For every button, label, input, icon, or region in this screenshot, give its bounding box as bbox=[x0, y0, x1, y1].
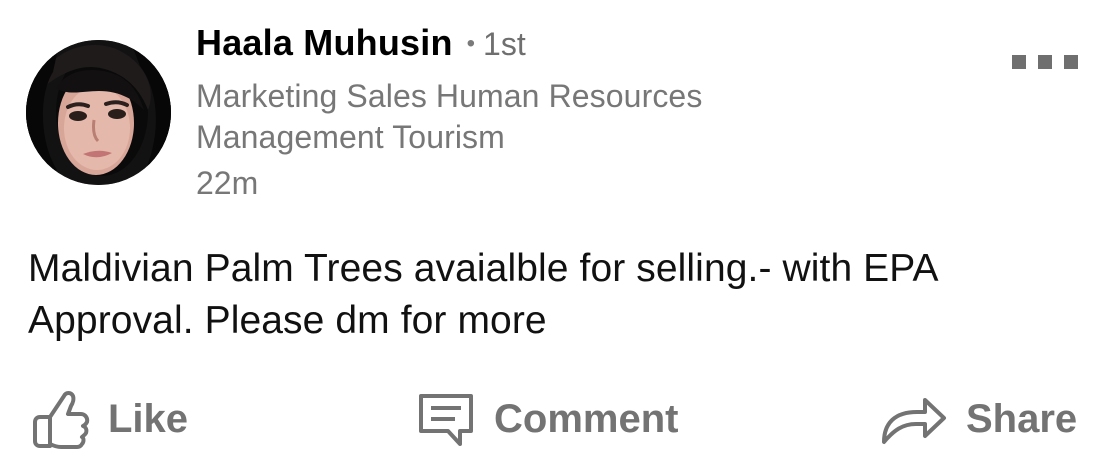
post-action-bar: Like Comment Share bbox=[0, 380, 1116, 467]
like-label: Like bbox=[108, 396, 189, 441]
author-name-row: Haala Muhusin • 1st bbox=[196, 22, 526, 68]
more-horizontal-icon-dot bbox=[1064, 55, 1078, 69]
comment-button[interactable]: Comment bbox=[416, 380, 678, 458]
thumbs-up-icon bbox=[33, 391, 90, 449]
author-headline: Marketing Sales Human Resources Manageme… bbox=[196, 78, 703, 155]
post-body-text: Maldivian Palm Trees avaialble for selli… bbox=[28, 247, 937, 342]
more-horizontal-icon-dot bbox=[1012, 55, 1026, 69]
author-name[interactable]: Haala Muhusin bbox=[196, 22, 453, 64]
post-timestamp: 22m bbox=[196, 165, 259, 201]
more-options-button[interactable] bbox=[1012, 54, 1078, 70]
author-avatar[interactable] bbox=[26, 40, 171, 185]
share-button[interactable]: Share bbox=[878, 380, 1077, 458]
more-horizontal-icon-dot bbox=[1038, 55, 1052, 69]
connection-separator: • bbox=[466, 30, 476, 57]
like-button[interactable]: Like bbox=[30, 380, 188, 458]
avatar-image bbox=[26, 40, 171, 185]
connection-degree-badge: 1st bbox=[483, 26, 526, 62]
share-label: Share bbox=[966, 396, 1078, 441]
comment-label: Comment bbox=[494, 396, 679, 441]
share-arrow-icon bbox=[882, 398, 946, 444]
comment-icon bbox=[419, 394, 473, 446]
